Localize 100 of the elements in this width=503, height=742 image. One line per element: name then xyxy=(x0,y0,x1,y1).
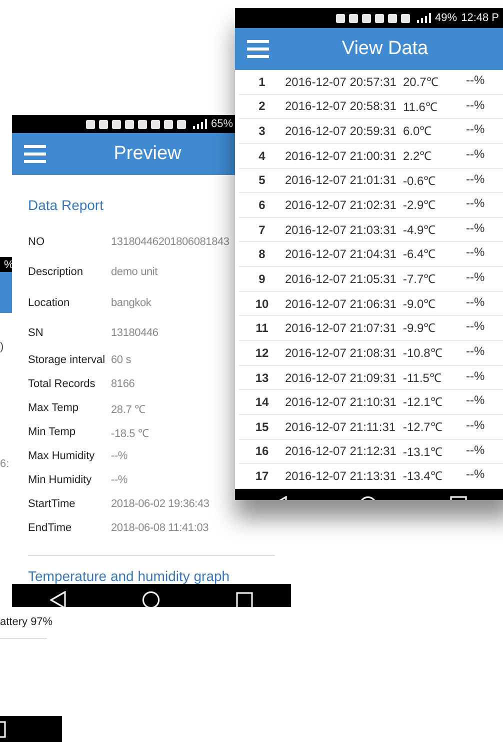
timestamp-cell-text: 2016-12-07 21:08:31 xyxy=(285,346,398,360)
field-label: Max Humidity xyxy=(28,450,96,462)
menu-icon[interactable] xyxy=(24,145,46,163)
field-value: demo unit xyxy=(111,266,158,278)
field-label: Min Temp xyxy=(28,426,76,438)
row-index: 1 xyxy=(258,74,266,89)
field-label: SN xyxy=(28,327,44,340)
temperature-cell-text: -7.7℃ xyxy=(403,271,437,288)
temperature-cell-text: 20.7℃ xyxy=(403,74,440,90)
temperature-cell-text: -9.9℃ xyxy=(403,320,437,336)
field-value: --% xyxy=(111,474,128,486)
row-index: 2 xyxy=(258,99,266,114)
field-value: -18.5 ℃ xyxy=(111,426,149,440)
row-index: 4 xyxy=(258,148,266,163)
battery-text: 49% xyxy=(435,12,458,24)
row-index: 14 xyxy=(254,395,270,410)
timestamp-cell-text: 2016-12-07 21:05:31 xyxy=(285,272,398,286)
row-index: 5 xyxy=(258,173,266,188)
recents-icon[interactable] xyxy=(236,592,253,607)
timestamp-cell-text: 2016-12-07 21:03:31 xyxy=(285,222,398,237)
humidity-cell-text: --% xyxy=(466,72,486,87)
humidity-cell-text: --% xyxy=(466,294,486,309)
field-label: Max Temp xyxy=(28,402,80,414)
row-index: 6 xyxy=(258,198,266,212)
temperature-cell-text: -6.4℃ xyxy=(403,246,437,262)
row-index: 3 xyxy=(258,124,266,138)
row-index: 15 xyxy=(254,420,270,434)
field-label: StartTime xyxy=(28,498,76,510)
signal-icon xyxy=(417,13,432,23)
clock-text: 12:48 P xyxy=(461,12,499,24)
field-label: Min Humidity xyxy=(28,474,93,486)
humidity-cell-text: --% xyxy=(466,318,486,334)
field-value: 13180446201806081843 xyxy=(111,236,230,248)
screen-title: View Data xyxy=(340,38,430,60)
temperature-cell-text: -9.0℃ xyxy=(403,296,437,312)
section-title: Temperature and humidity graph xyxy=(28,568,230,584)
timestamp-cell-text: 2016-12-07 21:01:31 xyxy=(285,173,398,188)
humidity-cell-text: --% xyxy=(466,269,486,284)
battery-text: 65% xyxy=(210,118,233,130)
temperature-cell-text: -13.4℃ xyxy=(403,468,444,484)
back-icon[interactable] xyxy=(50,591,66,607)
temperature-cell-text: -12.7℃ xyxy=(403,418,444,435)
timestamp-cell-text: 2016-12-07 21:04:31 xyxy=(285,247,398,262)
humidity-cell-text: --% xyxy=(466,146,486,161)
timestamp-cell-text: 2016-12-07 21:00:31 xyxy=(285,148,398,163)
timestamp-cell-text: 2016-12-07 21:10:31 xyxy=(285,395,398,410)
row-index: 10 xyxy=(254,296,270,311)
timestamp-cell-text: 2016-12-07 20:59:31 xyxy=(285,124,398,138)
field-label: Location xyxy=(28,296,71,309)
time-fragment: 6: xyxy=(0,458,10,470)
humidity-cell-text: --% xyxy=(466,416,486,432)
field-label: EndTime xyxy=(28,522,73,534)
field-label: Storage interval xyxy=(28,354,106,366)
field-value: bangkok xyxy=(111,296,152,309)
row-index: 9 xyxy=(258,272,266,286)
row-index: 11 xyxy=(254,321,270,336)
row-index: 17 xyxy=(254,469,270,484)
humidity-cell-text: --% xyxy=(466,368,486,383)
humidity-cell-text: --% xyxy=(466,96,486,112)
temperature-cell-text: -11.5℃ xyxy=(403,370,442,386)
timestamp-cell-text: 2016-12-07 20:57:31 xyxy=(285,74,398,89)
temperature-cell-text: -0.6℃ xyxy=(403,172,437,189)
humidity-cell-text: --% xyxy=(466,195,486,210)
humidity-cell-text: --% xyxy=(466,343,486,358)
timestamp-cell-text: 2016-12-07 21:02:31 xyxy=(285,198,398,212)
humidity-cell-text: --% xyxy=(466,121,486,136)
timestamp-cell-text: 2016-12-07 21:13:31 xyxy=(285,469,398,484)
temperature-cell-text: -13.1℃ xyxy=(403,444,444,460)
timestamp-cell-text: 2016-12-07 20:58:31 xyxy=(285,99,398,114)
screen-title: Preview xyxy=(112,143,182,165)
humidity-cell-text: --% xyxy=(466,170,486,186)
battery-text: attery 97% xyxy=(0,616,54,628)
field-value: 28.7 ℃ xyxy=(111,402,146,416)
temperature-cell-text: 11.6℃ xyxy=(403,98,438,115)
timestamp-cell-text: 2016-12-07 21:09:31 xyxy=(285,370,398,384)
signal-icon xyxy=(192,119,207,129)
temperature-cell-text: -12.1℃ xyxy=(403,394,444,410)
field-value: 8166 xyxy=(111,378,135,390)
row-index: 16 xyxy=(254,444,270,458)
field-label: NO xyxy=(28,236,46,248)
field-label: Total Records xyxy=(28,378,96,390)
temperature-cell-text: -4.9℃ xyxy=(403,222,437,238)
section-title: Data Report xyxy=(28,197,104,213)
temperature-cell-text: -2.9℃ xyxy=(403,197,437,214)
field-value: 2018-06-02 19:36:43 xyxy=(111,498,210,510)
home-icon[interactable] xyxy=(142,591,160,607)
menu-icon[interactable] xyxy=(247,40,269,58)
field-value: 13180446 xyxy=(111,327,158,340)
row-index: 12 xyxy=(254,346,270,360)
temperature-cell-text: 2.2℃ xyxy=(403,148,433,164)
humidity-cell-text: --% xyxy=(466,442,486,457)
row-index: 13 xyxy=(254,370,270,384)
field-value: --% xyxy=(111,450,128,462)
humidity-cell-text: --% xyxy=(466,466,486,482)
temperature-cell-text: -10.8℃ xyxy=(403,345,444,362)
humidity-cell-text: --% xyxy=(466,244,486,260)
timestamp-cell-text: 2016-12-07 21:11:31 xyxy=(285,420,397,434)
row-index: 8 xyxy=(258,247,266,262)
timestamp-cell-text: 2016-12-07 21:07:31 xyxy=(285,321,398,336)
humidity-cell-text: --% xyxy=(466,220,486,235)
